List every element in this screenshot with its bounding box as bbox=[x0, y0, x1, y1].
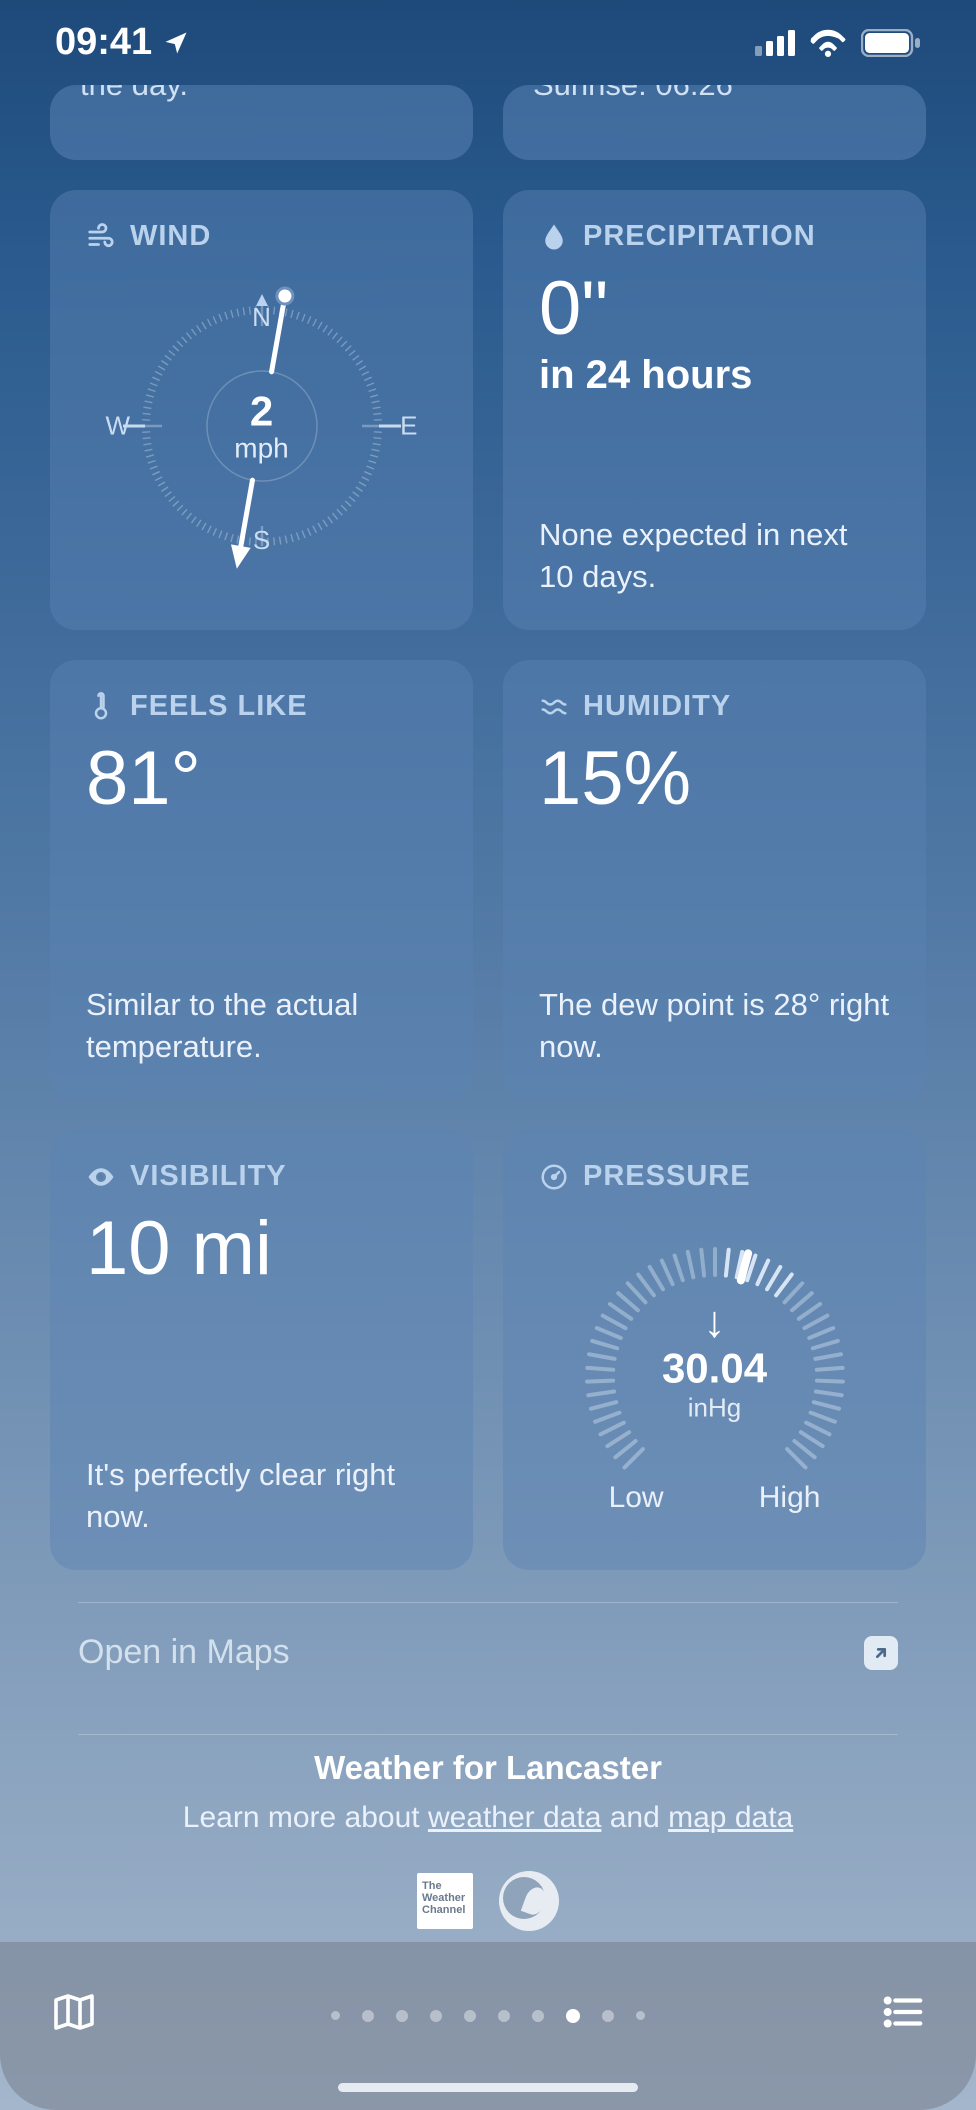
wind-compass: N S E W 2 mph bbox=[112, 276, 412, 576]
visibility-desc: It's perfectly clear right now. bbox=[86, 1454, 437, 1538]
status-left: 09:41 bbox=[55, 21, 190, 64]
feels-like-card[interactable]: FEELS LIKE 81° Similar to the actual tem… bbox=[50, 660, 473, 1100]
home-indicator[interactable] bbox=[338, 2083, 638, 2092]
peek-left-text: the day. bbox=[80, 85, 188, 103]
wifi-icon bbox=[809, 29, 847, 57]
wind-card[interactable]: WIND N S E W bbox=[50, 190, 473, 630]
footer-title: Weather for Lancaster bbox=[0, 1749, 976, 1787]
weather-channel-logo[interactable]: The Weather Channel bbox=[417, 1873, 473, 1929]
card-grid: WIND N S E W bbox=[0, 160, 976, 1570]
feels-desc: Similar to the actual temperature. bbox=[86, 984, 437, 1068]
gauge-icon bbox=[539, 1162, 569, 1192]
feels-value: 81° bbox=[86, 739, 437, 819]
humidity-title: HUMIDITY bbox=[583, 690, 731, 723]
humidity-desc: The dew point is 28° right now. bbox=[539, 984, 890, 1068]
compass-south: S bbox=[253, 525, 270, 556]
wind-speed: 2 bbox=[234, 387, 288, 435]
map-icon[interactable] bbox=[50, 1988, 98, 2036]
divider bbox=[78, 1734, 898, 1735]
status-time: 09:41 bbox=[55, 21, 152, 64]
open-in-maps-row[interactable]: Open in Maps bbox=[0, 1603, 976, 1702]
battery-icon bbox=[861, 29, 921, 57]
humidity-icon bbox=[539, 692, 569, 722]
peek-card-right[interactable]: Sunrise: 06:26 bbox=[503, 85, 926, 160]
partner-logo[interactable] bbox=[499, 1871, 559, 1931]
peek-card-left[interactable]: the day. bbox=[50, 85, 473, 160]
attribution-logos: The Weather Channel bbox=[0, 1871, 976, 1931]
wind-title: WIND bbox=[130, 220, 211, 253]
thermometer-icon bbox=[86, 692, 116, 722]
map-data-link[interactable]: map data bbox=[668, 1801, 793, 1834]
list-icon[interactable] bbox=[880, 1989, 926, 2035]
humidity-value: 15% bbox=[539, 739, 890, 819]
pressure-unit: inHg bbox=[662, 1392, 767, 1423]
location-arrow-icon bbox=[162, 29, 190, 57]
cellular-icon bbox=[755, 30, 795, 56]
pressure-card[interactable]: PRESSURE ↓ 30.04 inHg Low High bbox=[503, 1130, 926, 1570]
droplet-icon bbox=[539, 222, 569, 252]
page-dots[interactable] bbox=[331, 2009, 645, 2023]
visibility-value: 10 mi bbox=[86, 1209, 437, 1289]
status-bar: 09:41 bbox=[0, 0, 976, 85]
status-right bbox=[755, 29, 921, 57]
bottom-toolbar bbox=[0, 1942, 976, 2110]
precip-desc: None expected in next 10 days. bbox=[539, 514, 890, 598]
pressure-gauge: ↓ 30.04 inHg bbox=[565, 1227, 865, 1487]
feels-title: FEELS LIKE bbox=[130, 690, 308, 723]
compass-east: E bbox=[400, 410, 417, 441]
peek-row: the day. Sunrise: 06:26 bbox=[0, 85, 976, 160]
precip-sub: in 24 hours bbox=[539, 353, 890, 398]
visibility-title: VISIBILITY bbox=[130, 1160, 287, 1193]
visibility-card[interactable]: VISIBILITY 10 mi It's perfectly clear ri… bbox=[50, 1130, 473, 1570]
precip-value: 0" bbox=[539, 269, 890, 349]
compass-north: N bbox=[252, 302, 271, 333]
wind-icon bbox=[86, 222, 116, 252]
peek-right-text: Sunrise: 06:26 bbox=[533, 85, 733, 103]
precipitation-card[interactable]: PRECIPITATION 0" in 24 hours None expect… bbox=[503, 190, 926, 630]
humidity-card[interactable]: HUMIDITY 15% The dew point is 28° right … bbox=[503, 660, 926, 1100]
pressure-value: 30.04 bbox=[662, 1344, 767, 1392]
pressure-trend-down-icon: ↓ bbox=[662, 1300, 767, 1344]
weather-data-link[interactable]: weather data bbox=[428, 1801, 601, 1834]
footer-subtitle: Learn more about weather data and map da… bbox=[0, 1801, 976, 1835]
wind-unit: mph bbox=[234, 432, 288, 464]
open-in-maps-label: Open in Maps bbox=[78, 1633, 290, 1672]
precip-title: PRECIPITATION bbox=[583, 220, 816, 253]
eye-icon bbox=[86, 1162, 116, 1192]
pressure-title: PRESSURE bbox=[583, 1160, 751, 1193]
external-link-icon bbox=[864, 1636, 898, 1670]
